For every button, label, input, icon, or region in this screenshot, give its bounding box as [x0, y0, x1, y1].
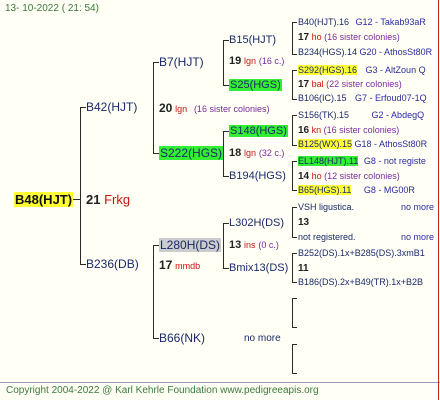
g3-queen-1[interactable]: B15(HJT)	[229, 34, 276, 46]
g4-block-6-line1: B252(DS).1x+B285(DS).3xmB1	[298, 248, 440, 258]
g4-block-2-line2: 17 bal (22 sister colonies)	[298, 79, 402, 90]
g4-5-gen: 13	[298, 217, 310, 228]
g4-1-father-breeder: G20 - AthosSt80R	[359, 47, 433, 57]
g4-4-father-breeder: G8 - MG00R	[363, 185, 415, 195]
g2-queen-2[interactable]: S222(HGS)	[159, 146, 224, 160]
g2-queen-4[interactable]: B66(NK)	[159, 331, 205, 345]
g4-1-father[interactable]: B234(HGS).14	[298, 47, 357, 57]
g4-5-father[interactable]: not registered.	[298, 232, 356, 242]
g4-3-father-breeder: G18 - AthosSt80R	[354, 139, 428, 149]
g2-place-2: lgn	[244, 148, 257, 158]
g2-queen-1[interactable]: B7(HJT)	[159, 55, 204, 69]
g4-4-place: ho	[311, 171, 322, 181]
g2-info-1: 19 lgn (16 c.)	[229, 55, 284, 67]
root-place: Frkg	[104, 192, 131, 207]
g1-note-1: (16 sister colonies)	[193, 104, 270, 114]
g3-queen-4[interactable]: B194(HGS)	[229, 170, 286, 182]
g4-block-6-line3: B186(DS).2x+B49(TR).1x+B2B	[298, 277, 440, 287]
g4-block-5-line2: 13	[298, 217, 309, 228]
g4-4-gen: 14	[298, 171, 310, 182]
g4-1-queen[interactable]: B40(HJT).16	[298, 17, 349, 27]
g1-place-2: mmdb	[175, 261, 201, 271]
g2-note-4: no more	[244, 333, 281, 344]
g1-gen-1: 20	[159, 101, 173, 115]
g1-place-1: lgn	[175, 104, 188, 114]
root-info: 21 Frkg	[86, 192, 130, 207]
g2-gen-2: 18	[229, 147, 242, 159]
g4-block-3-line2: 16 kn (16 sister colonies)	[298, 125, 399, 136]
g4-block-5-line1: VSH ligustica. no more	[298, 202, 438, 212]
g4-block-5-line3: not registered. no more	[298, 232, 438, 242]
g4-2-father[interactable]: B106(IC).15	[298, 93, 347, 103]
g1-queen-1[interactable]: B42(HJT)	[86, 100, 137, 114]
g2-info-2: 18 lgn (32 c.)	[229, 147, 284, 159]
header-date: 13- 10-2022 ( 21: 54)	[5, 3, 99, 14]
g2-queen-3[interactable]: L280H(DS)	[159, 238, 222, 252]
g4-4-queen[interactable]: EL148(HJT).11	[298, 156, 359, 166]
g4-2-father-breeder: G7 - Erfoud07-1Q	[355, 93, 427, 103]
root-generation: 21	[86, 192, 101, 207]
root-queen[interactable]: B48(HJT)	[14, 192, 74, 207]
g4-block-2-line1: S292(HGS).16 G3 - AltZoun Q	[298, 65, 440, 75]
g4-block-3-line1: S156(TK).15 G2 - AbdegQ	[298, 110, 440, 120]
g4-6-gen: 11	[298, 263, 309, 274]
g4-2-queen[interactable]: S292(HGS).16	[298, 65, 358, 75]
g4-3-place: kn	[311, 125, 322, 135]
footer-divider	[0, 382, 440, 383]
g4-block-4-line3: B65(HGS).11 G8 - MG00R	[298, 185, 440, 195]
g4-block-2-line3: B106(IC).15 G7 - Erfoud07-1Q	[298, 93, 440, 103]
g4-block-1-line1: B40(HJT).16 G12 - Takab93aR	[298, 17, 440, 27]
g4-block-1-line2: 17 ho (16 sister colonies)	[298, 32, 400, 43]
g4-5-queen[interactable]: VSH ligustica.	[298, 202, 354, 212]
right-border	[438, 0, 439, 400]
g4-3-breeder: G2 - AbdegQ	[371, 110, 425, 120]
g4-1-breeder: G12 - Takab93aR	[355, 17, 426, 27]
g4-3-father[interactable]: B125(WX).15	[298, 139, 353, 149]
g1-info-2: 17 mmdb	[159, 258, 200, 272]
g3-queen-3[interactable]: S148(HGS)	[229, 125, 288, 137]
g1-info-1: 20 lgn (16 sister colonies)	[159, 101, 269, 115]
g4-4-breeder: G8 - not registe	[363, 156, 426, 166]
g4-4-note: (12 sister colonies)	[324, 171, 400, 181]
g4-block-6-line2: 11	[298, 263, 309, 274]
g3-queen-2[interactable]: S25(HGS)	[229, 79, 282, 91]
g4-2-place: bal	[311, 79, 324, 89]
g4-block-1-line3: B234(HGS).14 G20 - AthosSt80R	[298, 47, 440, 57]
g4-2-breeder: G3 - AltZoun Q	[365, 65, 426, 75]
g4-3-gen: 16	[298, 125, 310, 136]
g4-2-gen: 17	[298, 79, 310, 90]
g2-gen-3: 13	[229, 239, 242, 251]
g1-queen-2[interactable]: B236(DB)	[86, 257, 139, 271]
footer-copyright: Copyright 2004-2022 @ Karl Kehrle Founda…	[6, 385, 319, 396]
g2-place-1: lgn	[244, 56, 257, 66]
g4-3-queen[interactable]: S156(TK).15	[298, 110, 349, 120]
g4-1-place: ho	[311, 32, 322, 42]
g2-note-3: (0 c.)	[258, 240, 279, 250]
g4-block-3-line3: B125(WX).15 G18 - AthosSt80R	[298, 139, 440, 149]
g4-1-gen: 17	[298, 32, 310, 43]
g2-note-2: (32 c.)	[258, 148, 285, 158]
g4-1-note: (16 sister colonies)	[324, 32, 400, 42]
g2-info-3: 13 ins (0 c.)	[229, 239, 279, 251]
g4-2-note: (22 sister colonies)	[326, 79, 402, 89]
g4-6-queen[interactable]: B252(DS).1x+B285(DS).3xmB1	[298, 248, 425, 258]
g4-block-4-line1: EL148(HJT).11 G8 - not registe	[298, 156, 440, 166]
g4-3-note: (16 sister colonies)	[323, 125, 400, 135]
g1-gen-2: 17	[159, 258, 173, 272]
g2-note-1: (16 c.)	[258, 56, 285, 66]
g3-queen-5[interactable]: L302H(DS)	[229, 217, 284, 229]
g4-5-breeder: no more	[400, 202, 434, 212]
g2-place-3: ins	[244, 240, 256, 250]
g4-6-father[interactable]: B186(DS).2x+B49(TR).1x+B2B	[298, 277, 423, 287]
g2-gen-1: 19	[229, 55, 242, 67]
g4-4-father[interactable]: B65(HGS).11	[298, 185, 352, 195]
g3-queen-6[interactable]: Bmix13(DS)	[229, 262, 288, 274]
g4-5-father-breeder: no more	[400, 232, 434, 242]
g4-block-4-line2: 14 ho (12 sister colonies)	[298, 171, 400, 182]
